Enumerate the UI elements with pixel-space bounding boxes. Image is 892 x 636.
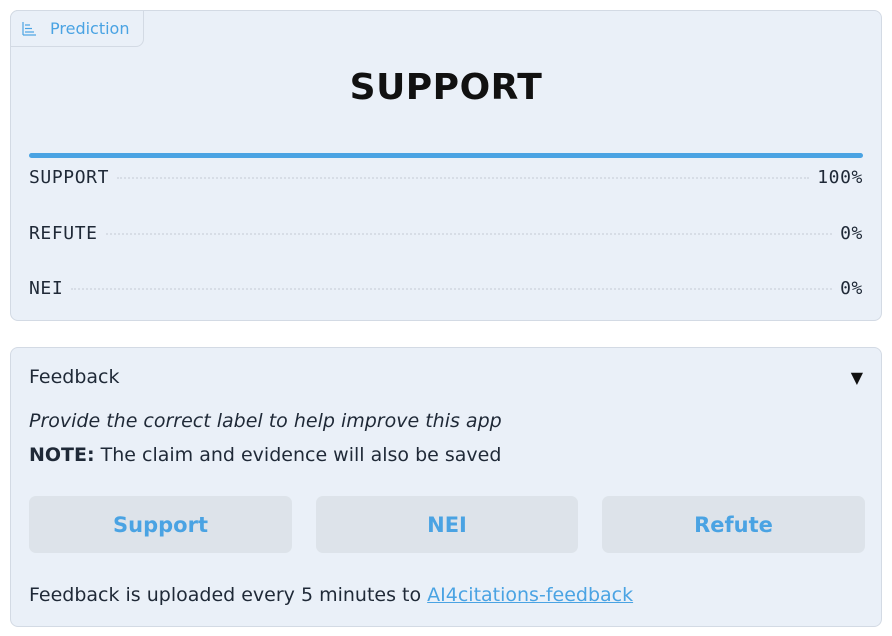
feedback-accordion-toggle[interactable]: Feedback ▼ xyxy=(29,366,863,388)
note-text: The claim and evidence will also be save… xyxy=(94,444,502,466)
feedback-title: Feedback xyxy=(29,366,120,388)
footer-text: Feedback is uploaded every 5 minutes to xyxy=(29,584,428,606)
feedback-panel: Feedback ▼ Provide the correct label to … xyxy=(10,347,882,627)
confidence-label: REFUTE xyxy=(29,222,98,244)
dotted-leader xyxy=(71,288,833,290)
support-button[interactable]: Support xyxy=(29,496,292,553)
predicted-label: SUPPORT xyxy=(349,67,543,108)
note-label: NOTE: xyxy=(29,444,95,466)
confidence-value: 0% xyxy=(840,222,863,244)
confidence-value: 0% xyxy=(840,278,863,299)
confidence-row-refute: REFUTE 0% xyxy=(29,209,863,265)
feedback-note: NOTE: The claim and evidence will also b… xyxy=(29,444,501,466)
confidence-value: 100% xyxy=(817,167,863,188)
dotted-leader xyxy=(105,232,833,235)
confidence-label: NEI xyxy=(29,278,64,299)
feedback-instruction: Provide the correct label to help improv… xyxy=(29,410,502,432)
feedback-footer: Feedback is uploaded every 5 minutes to … xyxy=(29,584,633,606)
confidence-row-nei: NEI 0% xyxy=(29,264,863,320)
bar-chart-icon xyxy=(22,21,36,36)
confidence-list: SUPPORT 100% REFUTE 0% NEI 0% xyxy=(29,153,863,320)
dotted-leader xyxy=(117,177,810,179)
nei-button[interactable]: NEI xyxy=(316,496,578,553)
feedback-dataset-link[interactable]: AI4citations-feedback xyxy=(427,584,633,606)
prediction-tab: Prediction xyxy=(10,10,144,47)
prediction-panel: Prediction SUPPORT SUPPORT 100% REFUTE 0… xyxy=(10,10,882,321)
prediction-tab-label: Prediction xyxy=(50,19,130,38)
confidence-label: SUPPORT xyxy=(29,167,110,188)
refute-button[interactable]: Refute xyxy=(602,496,865,553)
confidence-bar xyxy=(29,153,863,158)
caret-down-icon[interactable]: ▼ xyxy=(851,368,863,387)
confidence-row-support: SUPPORT 100% xyxy=(29,153,863,209)
